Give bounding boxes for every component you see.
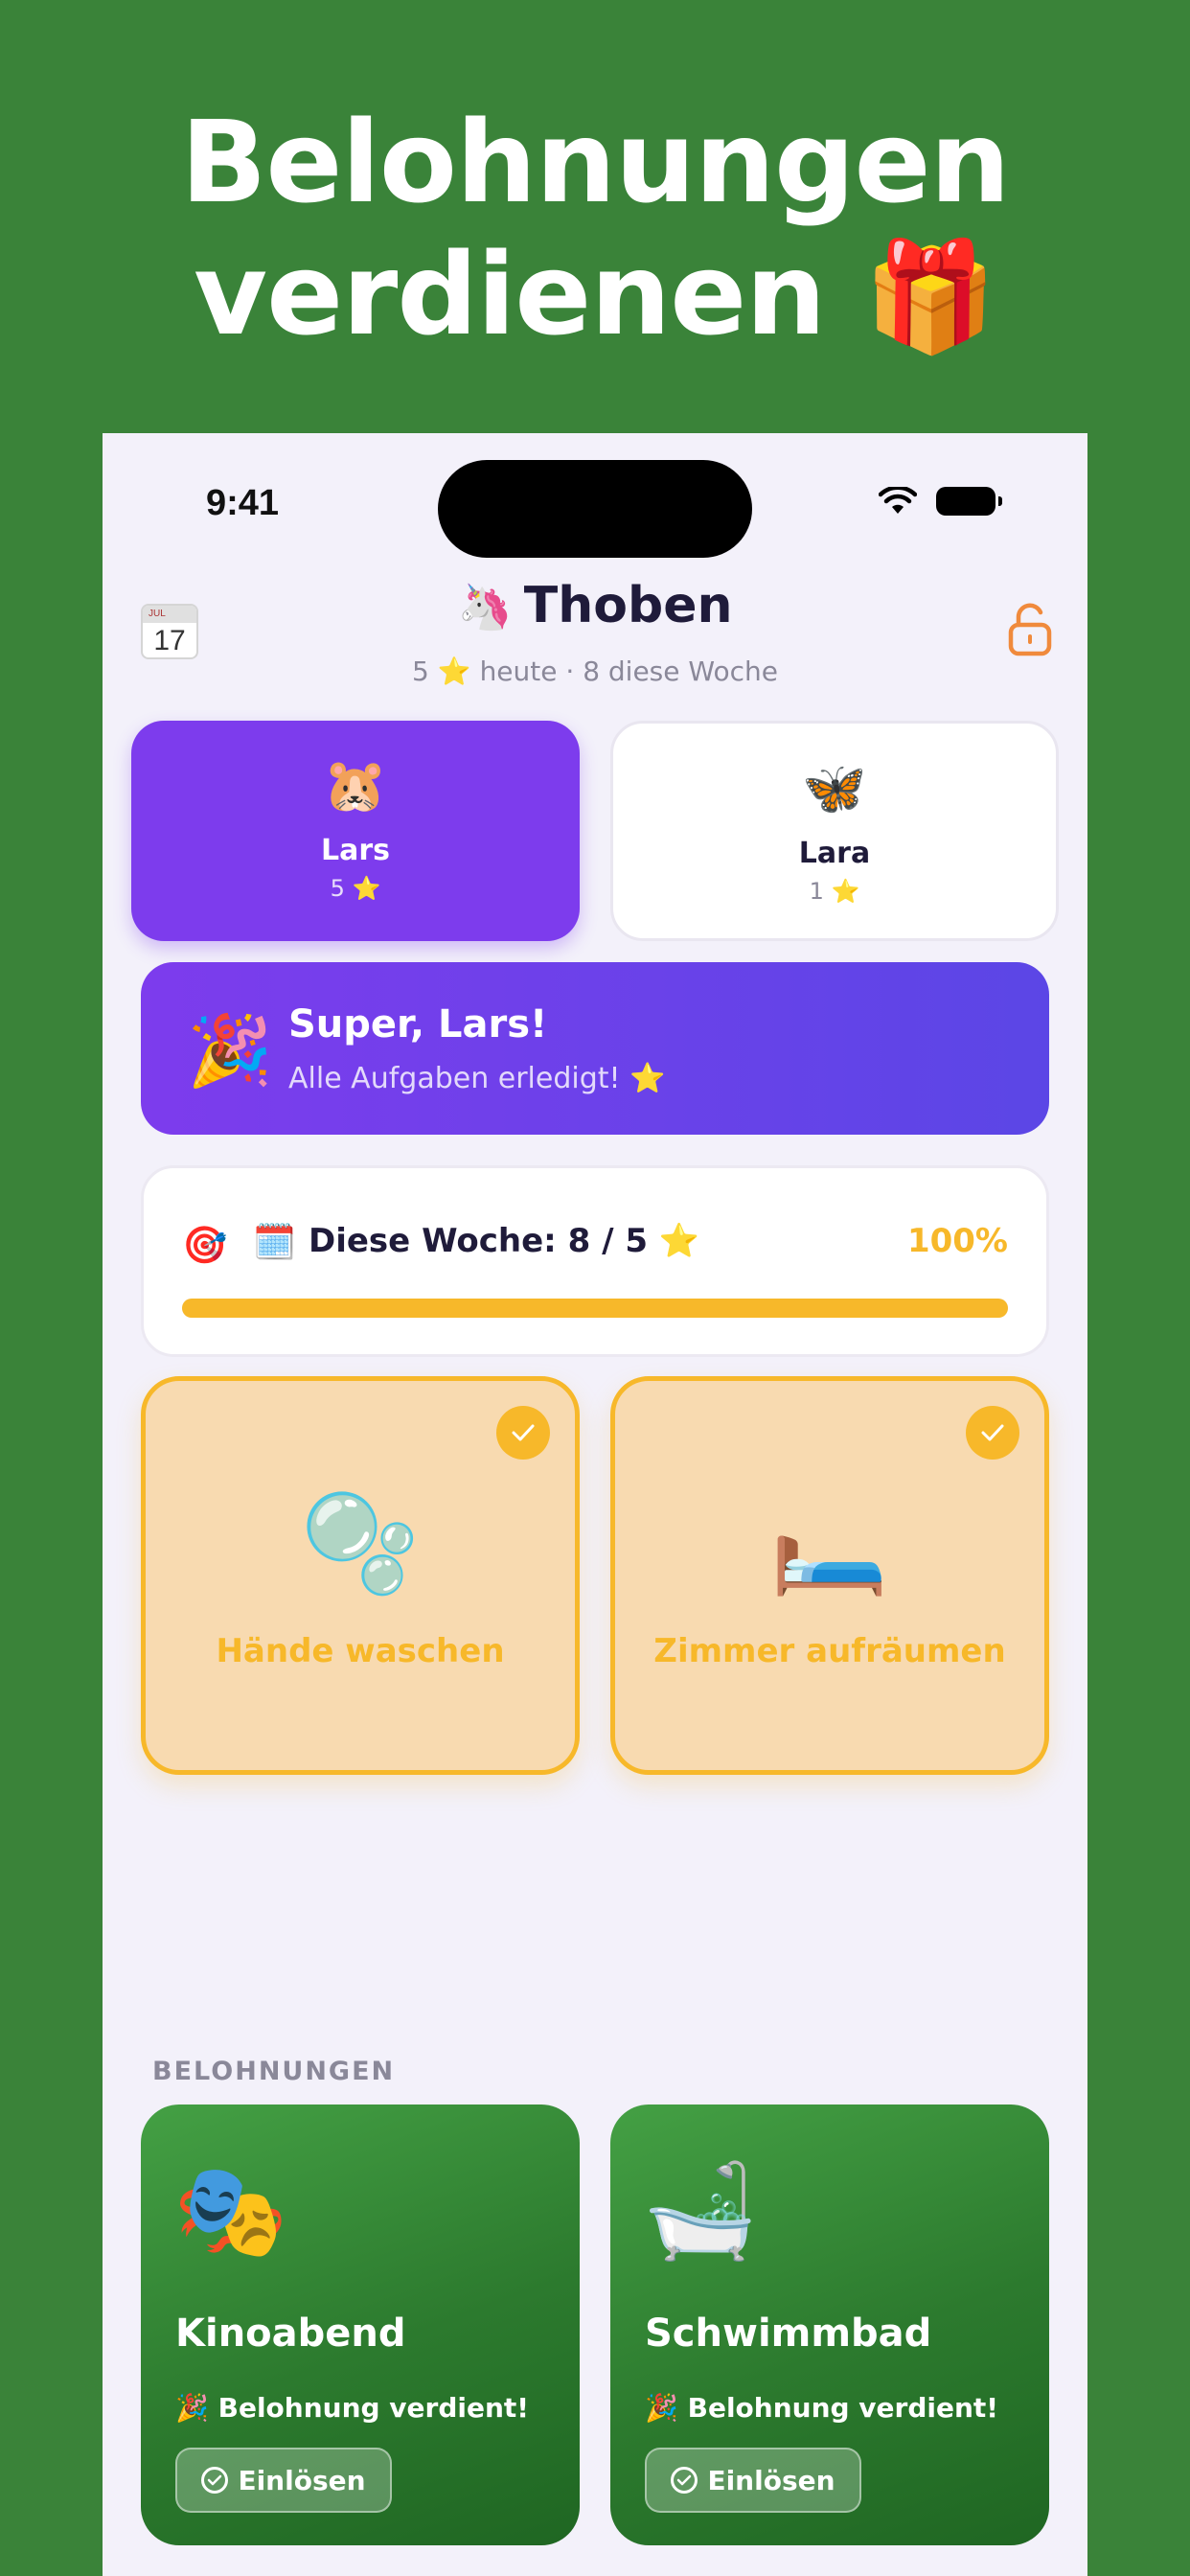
battery-icon: [936, 487, 1002, 516]
stars-summary-text: heute · 8 diese Woche: [479, 656, 778, 687]
kid-name: Lara: [798, 837, 871, 870]
headline-line-1: Belohnungen: [180, 96, 1010, 228]
task-card-haende-waschen[interactable]: 🫧 Hände waschen: [141, 1376, 580, 1775]
task-label: Zimmer aufräumen: [653, 1632, 1006, 1670]
bubbles-icon: 🫧: [300, 1487, 421, 1599]
check-circle-icon: [671, 2467, 698, 2494]
progress-bar-fill: [182, 1299, 1008, 1318]
star-icon: ⭐: [831, 878, 860, 905]
kid-star-count: 5: [330, 875, 345, 902]
banner-subtitle: Alle Aufgaben erledigt! ⭐: [288, 1062, 666, 1095]
party-popper-icon: 🎉: [187, 1010, 273, 1091]
redeem-button[interactable]: Einlösen: [175, 2448, 392, 2513]
kid-card-lars[interactable]: 🐹 Lars 5 ⭐: [131, 721, 580, 941]
weekly-progress-label: Diese Woche: 8 / 5 ⭐: [309, 1222, 700, 1260]
kid-stars: 5 ⭐: [131, 875, 580, 902]
task-card-zimmer-aufraeumen[interactable]: 🛏️ Zimmer aufräumen: [610, 1376, 1049, 1775]
status-icons: [879, 487, 1002, 516]
star-icon: ⭐: [437, 656, 471, 687]
headline-line-2: verdienen 🎁: [0, 228, 1190, 363]
stars-today-count: 5: [412, 656, 429, 687]
redeem-button[interactable]: Einlösen: [645, 2448, 861, 2513]
checkmark-icon: [966, 1406, 1019, 1460]
rewards-section-heading: BELOHNUNGEN: [152, 2057, 396, 2086]
bed-icon: 🛏️: [769, 1487, 890, 1599]
star-icon: ⭐: [352, 875, 381, 902]
reward-card-kinoabend: 🎭 Kinoabend 🎉 Belohnung verdient! Einlös…: [141, 2104, 580, 2545]
dynamic-island: [438, 460, 752, 558]
redeem-button-label: Einlösen: [238, 2464, 366, 2496]
bathtub-icon: 🛁: [643, 2157, 758, 2265]
weekly-progress-percent: 100%: [906, 1222, 1008, 1260]
kid-stars: 1 ⭐: [613, 878, 1056, 905]
headline-line-2-text: verdienen: [194, 228, 826, 360]
reward-card-schwimmbad: 🛁 Schwimmbad 🎉 Belohnung verdient! Einlö…: [610, 2104, 1049, 2545]
progress-bar: [182, 1299, 1008, 1318]
success-banner: 🎉 Super, Lars! Alle Aufgaben erledigt! ⭐: [141, 962, 1049, 1135]
promo-headline: Belohnungen verdienen 🎁: [0, 96, 1190, 363]
reward-earned-label: 🎉 Belohnung verdient!: [645, 2392, 999, 2424]
reward-title: Schwimmbad: [645, 2312, 932, 2356]
page-title: Thoben: [523, 577, 733, 634]
family-title: 🦄 Thoben: [103, 577, 1087, 634]
task-label: Hände waschen: [216, 1632, 505, 1670]
reward-earned-label: 🎉 Belohnung verdient!: [175, 2392, 530, 2424]
banner-title: Super, Lars!: [288, 1002, 548, 1046]
theater-masks-icon: 🎭: [173, 2157, 288, 2265]
redeem-button-label: Einlösen: [707, 2464, 835, 2496]
kid-card-lara[interactable]: 🦋 Lara 1 ⭐: [610, 721, 1059, 941]
status-time: 9:41: [206, 483, 280, 523]
target-icon: 🎯: [182, 1224, 228, 1266]
phone-screen: 9:41 JUL 17 🦄 Thoben 5 ⭐ heute · 8 diese …: [103, 433, 1087, 2576]
unicorn-icon: 🦄: [457, 581, 513, 632]
butterfly-icon: 🦋: [802, 758, 867, 818]
spiral-calendar-icon: 🗓️: [253, 1223, 296, 1262]
checkmark-icon: [496, 1406, 550, 1460]
wifi-icon: [879, 487, 917, 514]
star-summary: 5 ⭐ heute · 8 diese Woche: [103, 656, 1087, 687]
check-circle-icon: [201, 2467, 229, 2494]
reward-title: Kinoabend: [175, 2312, 406, 2356]
gift-icon: 🎁: [863, 235, 996, 359]
hamster-icon: 🐹: [323, 755, 388, 816]
weekly-progress-card: 🎯 🗓️ Diese Woche: 8 / 5 ⭐ 100%: [141, 1165, 1049, 1357]
kid-name: Lars: [320, 834, 390, 867]
kid-star-count: 1: [809, 878, 824, 905]
